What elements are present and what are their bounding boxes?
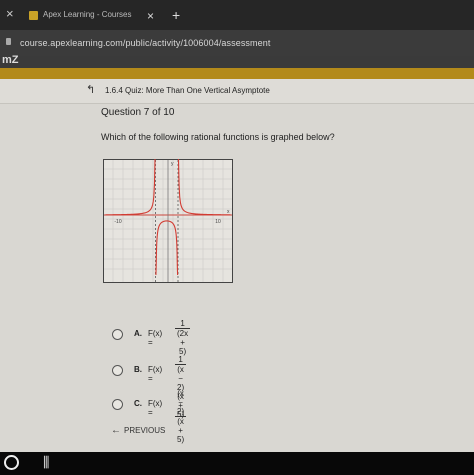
- choice-numerator: 1: [178, 355, 183, 364]
- tab-close-icon[interactable]: ×: [147, 9, 154, 23]
- apex-favicon-icon: [29, 11, 38, 20]
- address-bar[interactable]: course.apexlearning.com/public/activity/…: [0, 30, 474, 56]
- choice-lhs: F(x) =: [148, 329, 163, 347]
- apex-logo-icon: mZ: [2, 54, 19, 66]
- launcher-icon[interactable]: [4, 455, 19, 470]
- radio-button[interactable]: [112, 329, 123, 340]
- apex-header-bar: mZ: [0, 54, 474, 68]
- lock-icon: [6, 38, 11, 45]
- x-max-tick-label: 10: [215, 219, 221, 225]
- choice-denominator: (2x + 5): [175, 328, 191, 356]
- radio-button[interactable]: [112, 365, 123, 376]
- previous-label: PREVIOUS: [124, 426, 166, 435]
- choice-letter: B.: [134, 365, 142, 374]
- os-taskbar: ⫼: [0, 452, 474, 475]
- question-number: Question 7 of 10: [101, 107, 175, 118]
- quiz-header: ↰ 1.6.4 Quiz: More Than One Vertical Asy…: [0, 79, 474, 104]
- url-text[interactable]: course.apexlearning.com/public/activity/…: [20, 38, 270, 48]
- choice-letter: A.: [134, 329, 142, 338]
- choice-letter: C.: [134, 399, 142, 408]
- choice-fraction: (x − 2) (x + 5): [175, 389, 187, 444]
- quiz-title: 1.6.4 Quiz: More Than One Vertical Asymp…: [105, 86, 270, 95]
- left-arrow-icon: ←: [111, 425, 121, 436]
- course-accent-bar: [0, 68, 474, 79]
- previous-button[interactable]: ← PREVIOUS: [111, 425, 165, 436]
- choice-denominator: (x + 5): [175, 416, 187, 444]
- choice-lhs: F(x) =: [148, 399, 163, 417]
- choice-numerator: 1: [180, 319, 185, 328]
- window-close-icon[interactable]: ×: [6, 6, 14, 21]
- question-text: Which of the following rational function…: [101, 132, 335, 142]
- choice-lhs: F(x) =: [148, 365, 163, 383]
- function-graph: -10 10 y x: [103, 159, 233, 283]
- choice-fraction: 1 (2x + 5): [175, 319, 191, 356]
- radio-button[interactable]: [112, 399, 123, 410]
- choice-numerator: (x − 2): [177, 389, 185, 416]
- x-min-tick-label: -10: [114, 219, 121, 225]
- new-tab-icon[interactable]: +: [172, 7, 180, 23]
- overview-icon[interactable]: ⫼: [43, 454, 49, 471]
- back-arrow-icon[interactable]: ↰: [86, 83, 95, 96]
- quiz-page: mZ ↰ 1.6.4 Quiz: More Than One Vertical …: [0, 54, 474, 452]
- tab-title[interactable]: Apex Learning - Courses: [43, 10, 132, 19]
- browser-tab-bar: × Apex Learning - Courses × +: [0, 0, 474, 30]
